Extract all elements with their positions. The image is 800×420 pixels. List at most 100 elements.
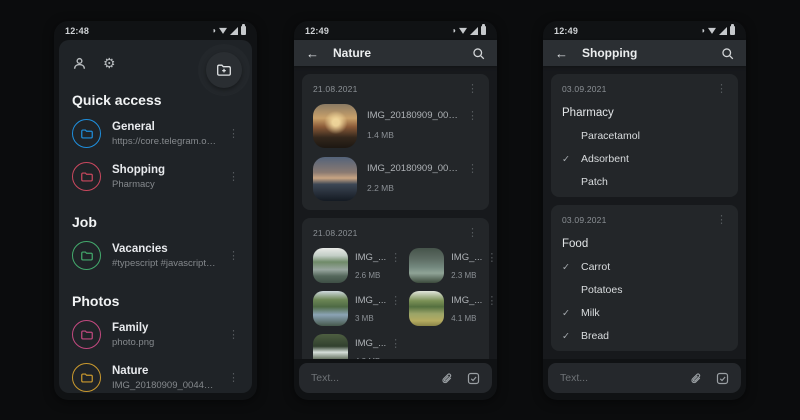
file-info: IMG_20180909_004444_39... ⋮ 1.4 MB [367, 104, 478, 140]
checklist-label: Patch [581, 176, 608, 188]
section-header-quick-access: Quick access [72, 92, 162, 108]
checklist-label: Potatoes [581, 284, 623, 296]
profile-button[interactable] [72, 56, 87, 71]
note-card: 03.09.2021 ⋮ Pharmacy Paracetamol ✓ Adso… [551, 74, 738, 197]
more-options-icon[interactable]: ⋮ [716, 213, 727, 226]
status-bar: 12:49 ◑ [294, 21, 497, 40]
folder-plus-icon [217, 64, 231, 76]
more-options-icon[interactable]: ⋮ [486, 251, 497, 264]
folder-item-text: General https://core.telegram.org/type/W… [112, 121, 217, 147]
file-info: IMG_20180909_004636_57... ⋮ 2.2 MB [367, 157, 478, 193]
file-name: IMG_20180909_004636_57... [367, 163, 463, 174]
file-list[interactable]: 21.08.2021 ⋮ IMG_20180909_004444_39... ⋮… [294, 66, 497, 359]
checklist-button[interactable] [467, 372, 480, 385]
folder-title: Shopping [112, 163, 166, 176]
date-row: 21.08.2021 ⋮ [313, 226, 478, 239]
more-options-icon[interactable]: ⋮ [467, 109, 478, 122]
sound-mode-icon: ◑ [700, 25, 705, 35]
date-label: 21.08.2021 [313, 227, 358, 238]
gear-icon: ⚙ [103, 55, 116, 71]
file-row[interactable]: IMG_20180909_004636_57... ⋮ 2.2 MB [313, 157, 478, 201]
photo-thumbnail[interactable] [313, 291, 348, 326]
file-cell[interactable]: IMG_... ⋮ 2.3 MB [409, 248, 497, 283]
text-input[interactable] [311, 372, 426, 384]
photo-thumbnail[interactable] [313, 334, 348, 359]
file-name: IMG_... [355, 295, 387, 306]
settings-button[interactable]: ⚙ [103, 56, 116, 70]
file-cell[interactable]: IMG_...⋮ 4.3 MB [313, 334, 401, 359]
file-cell[interactable]: IMG_... ⋮ 3 MB [313, 291, 401, 326]
more-options-icon[interactable]: ⋮ [716, 82, 727, 95]
app-bar: ← Shopping [543, 40, 746, 66]
checklist-item[interactable]: Patch [562, 176, 727, 188]
more-options-icon[interactable]: ⋮ [390, 294, 401, 307]
back-button[interactable]: ← [306, 47, 319, 60]
folder-item-vacancies[interactable]: Vacancies #typescript #javascript #remot… [72, 234, 239, 277]
status-icons: ◑ [211, 24, 246, 35]
more-options-icon[interactable]: ⋮ [228, 127, 239, 140]
more-options-icon[interactable]: ⋮ [486, 294, 497, 307]
checklist-item[interactable]: ✓ Bread [562, 330, 727, 342]
folder-title: Nature [112, 364, 149, 377]
folder-subtitle: Pharmacy [112, 178, 155, 190]
file-size: 2.2 MB [367, 183, 394, 193]
checklist-item[interactable]: Paracetamol [562, 130, 727, 142]
folder-subtitle: #typescript #javascript #remote #re... [112, 257, 217, 269]
date-label: 03.09.2021 [562, 83, 607, 94]
more-options-icon[interactable]: ⋮ [228, 170, 239, 183]
folder-title: General [112, 120, 155, 133]
folder-item-text: Family photo.png [112, 322, 217, 348]
checkbox-icon [467, 372, 480, 384]
more-options-icon[interactable]: ⋮ [228, 371, 239, 384]
checklist-item[interactable]: ✓ Carrot [562, 261, 727, 273]
checklist-item[interactable]: ✓ Milk [562, 307, 727, 319]
date-row: 21.08.2021 ⋮ [313, 82, 478, 95]
more-options-icon[interactable]: ⋮ [390, 337, 401, 350]
photo-thumbnail[interactable] [313, 248, 348, 283]
note-list[interactable]: 03.09.2021 ⋮ Pharmacy Paracetamol ✓ Adso… [543, 66, 746, 359]
more-options-icon[interactable]: ⋮ [467, 82, 478, 95]
attach-button[interactable] [440, 372, 453, 385]
checklist-item[interactable]: Potatoes [562, 284, 727, 296]
photo-thumbnail[interactable] [313, 104, 357, 148]
folder-item-family[interactable]: Family photo.png ⋮ [72, 313, 239, 356]
battery-icon [481, 24, 486, 35]
photo-thumbnail[interactable] [409, 291, 445, 326]
file-cell[interactable]: IMG_... ⋮ 4.1 MB [409, 291, 497, 326]
search-button[interactable] [721, 47, 734, 60]
more-options-icon[interactable]: ⋮ [228, 328, 239, 341]
file-size: 2.3 MB [451, 271, 477, 280]
back-button[interactable]: ← [555, 47, 568, 60]
battery-icon [730, 24, 735, 35]
more-options-icon[interactable]: ⋮ [467, 226, 478, 239]
wifi-icon [219, 27, 227, 34]
create-folder-button[interactable] [206, 52, 242, 88]
folder-item-general[interactable]: General https://core.telegram.org/type/W… [72, 112, 239, 155]
more-options-icon[interactable]: ⋮ [390, 251, 401, 264]
folder-item-nature[interactable]: Nature IMG_20180909_004444_391.jpg ⋮ [72, 356, 239, 393]
signal-icon [470, 26, 478, 35]
checklist-item[interactable]: ✓ Adsorbent [562, 153, 727, 165]
file-cell[interactable]: IMG_... ⋮ 2.6 MB [313, 248, 401, 283]
photo-thumbnail[interactable] [313, 157, 357, 201]
more-options-icon[interactable]: ⋮ [228, 249, 239, 262]
folder-subtitle: IMG_20180909_004444_391.jpg [112, 379, 217, 391]
signal-icon [230, 26, 238, 35]
file-row[interactable]: IMG_20180909_004444_39... ⋮ 1.4 MB [313, 104, 478, 148]
folder-item-shopping[interactable]: Shopping Pharmacy ⋮ [72, 155, 239, 198]
person-icon [73, 57, 86, 69]
text-input[interactable] [560, 372, 675, 384]
folder-icon [72, 162, 101, 191]
more-options-icon[interactable]: ⋮ [467, 162, 478, 175]
photo-thumbnail[interactable] [409, 248, 445, 283]
message-input-bar [299, 363, 492, 393]
folder-subtitle: photo.png [112, 336, 155, 348]
search-button[interactable] [472, 47, 485, 60]
checklist-label: Milk [581, 307, 600, 319]
date-group-card: 21.08.2021 ⋮ IMG_... ⋮ 2.6 MB IMG_... ⋮ 2.3 … [302, 218, 497, 359]
note-card: 03.09.2021 ⋮ Food ✓ Carrot Potatoes ✓ Mi… [551, 205, 738, 351]
wifi-icon [708, 27, 716, 34]
checklist-button[interactable] [716, 372, 729, 385]
attach-button[interactable] [689, 372, 702, 385]
page-title: Shopping [582, 46, 638, 60]
